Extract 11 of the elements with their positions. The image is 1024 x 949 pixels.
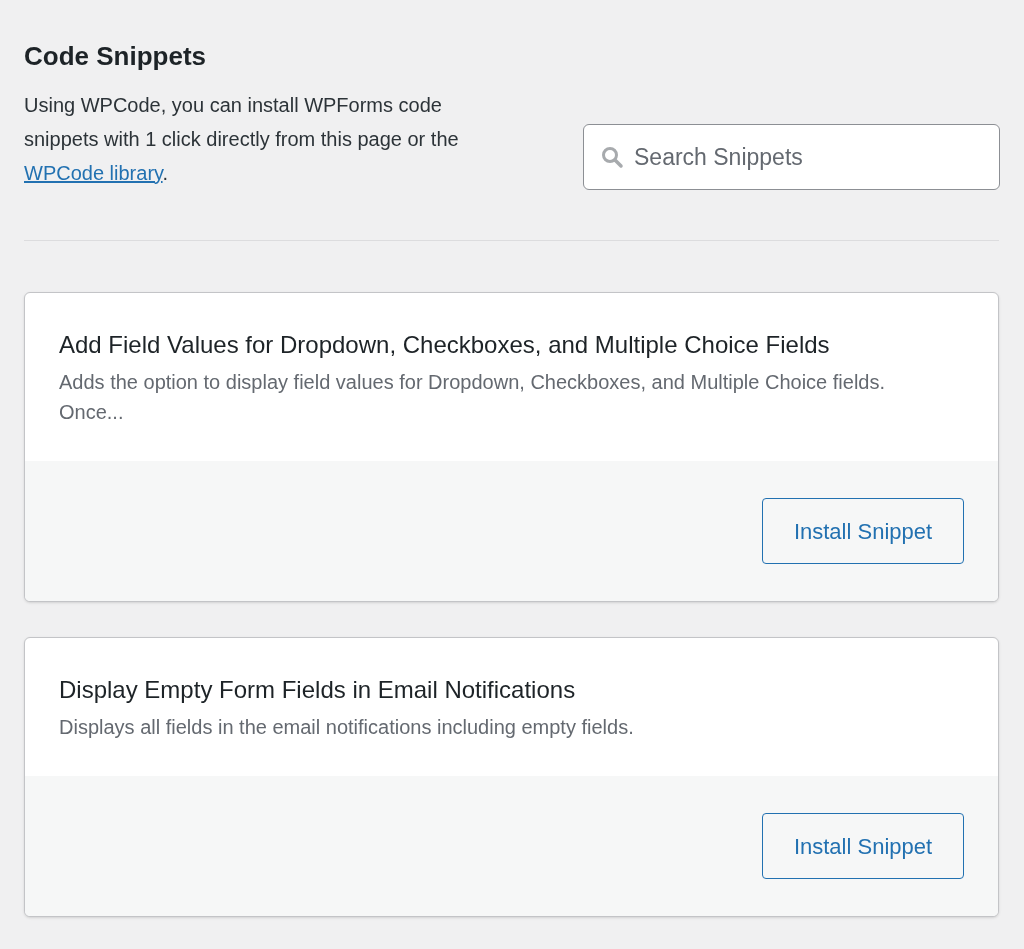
- install-button[interactable]: Install Snippet: [762, 498, 964, 564]
- search-field[interactable]: Search Snippets: [583, 124, 1000, 190]
- library-link[interactable]: WPCode library: [24, 162, 163, 184]
- section-title: Code Snippets: [24, 40, 207, 73]
- search-icon: [600, 145, 624, 169]
- install-button[interactable]: Install Snippet: [762, 813, 964, 879]
- snippet-description: Displays all fields in the email notifications including empty fields.: [59, 715, 635, 740]
- snippet-description: Adds the option to display field values for Dropdown, Checkboxes, and Multiple Choice fields. Once...: [59, 370, 886, 425]
- snippet-title: Add Field Values for Dropdown, Checkboxes, and Multiple Choice Fields: [59, 330, 831, 360]
- snippet-title: Display Empty Form Fields in Email Notifications: [59, 675, 577, 705]
- section-description: Using WPCode, you can install WPForms code snippets with 1 click directly from this page or the WPCode library.: [24, 93, 460, 186]
